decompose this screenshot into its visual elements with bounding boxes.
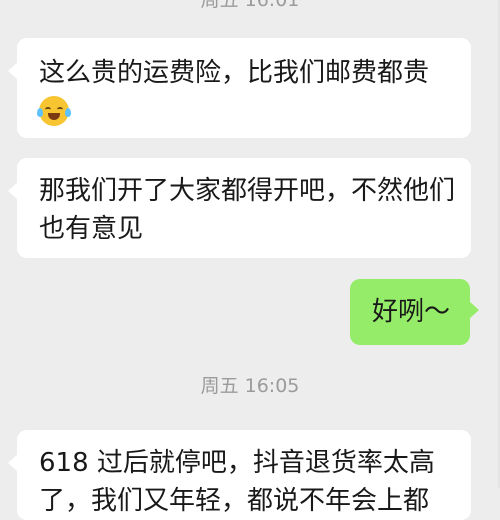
message-bubble-3[interactable]: 好咧～ — [350, 279, 479, 345]
timestamp-mid: 周五 16:05 — [200, 375, 300, 397]
message-bubble-1[interactable]: 这么贵的运费险，比我们邮费都贵 — [8, 38, 471, 138]
message-text-2: 那我们开了大家都得开吧，不然他们也有意见 — [39, 176, 456, 244]
laughing-crying-emoji-icon — [37, 96, 71, 126]
timestamp-top: 周五 16:01 — [200, 0, 300, 11]
message-text-3: 好咧～ — [372, 297, 451, 327]
message-bubble-2[interactable]: 那我们开了大家都得开吧，不然他们也有意见 — [8, 158, 471, 258]
message-text-4: 618 过后就停吧，抖音退货率太高了，我们又年轻，都说不年会上都 — [39, 448, 435, 516]
message-text-1: 这么贵的运费险，比我们邮费都贵 — [39, 58, 430, 88]
message-bubble-4[interactable]: 618 过后就停吧，抖音退货率太高了，我们又年轻，都说不年会上都 — [8, 430, 471, 520]
